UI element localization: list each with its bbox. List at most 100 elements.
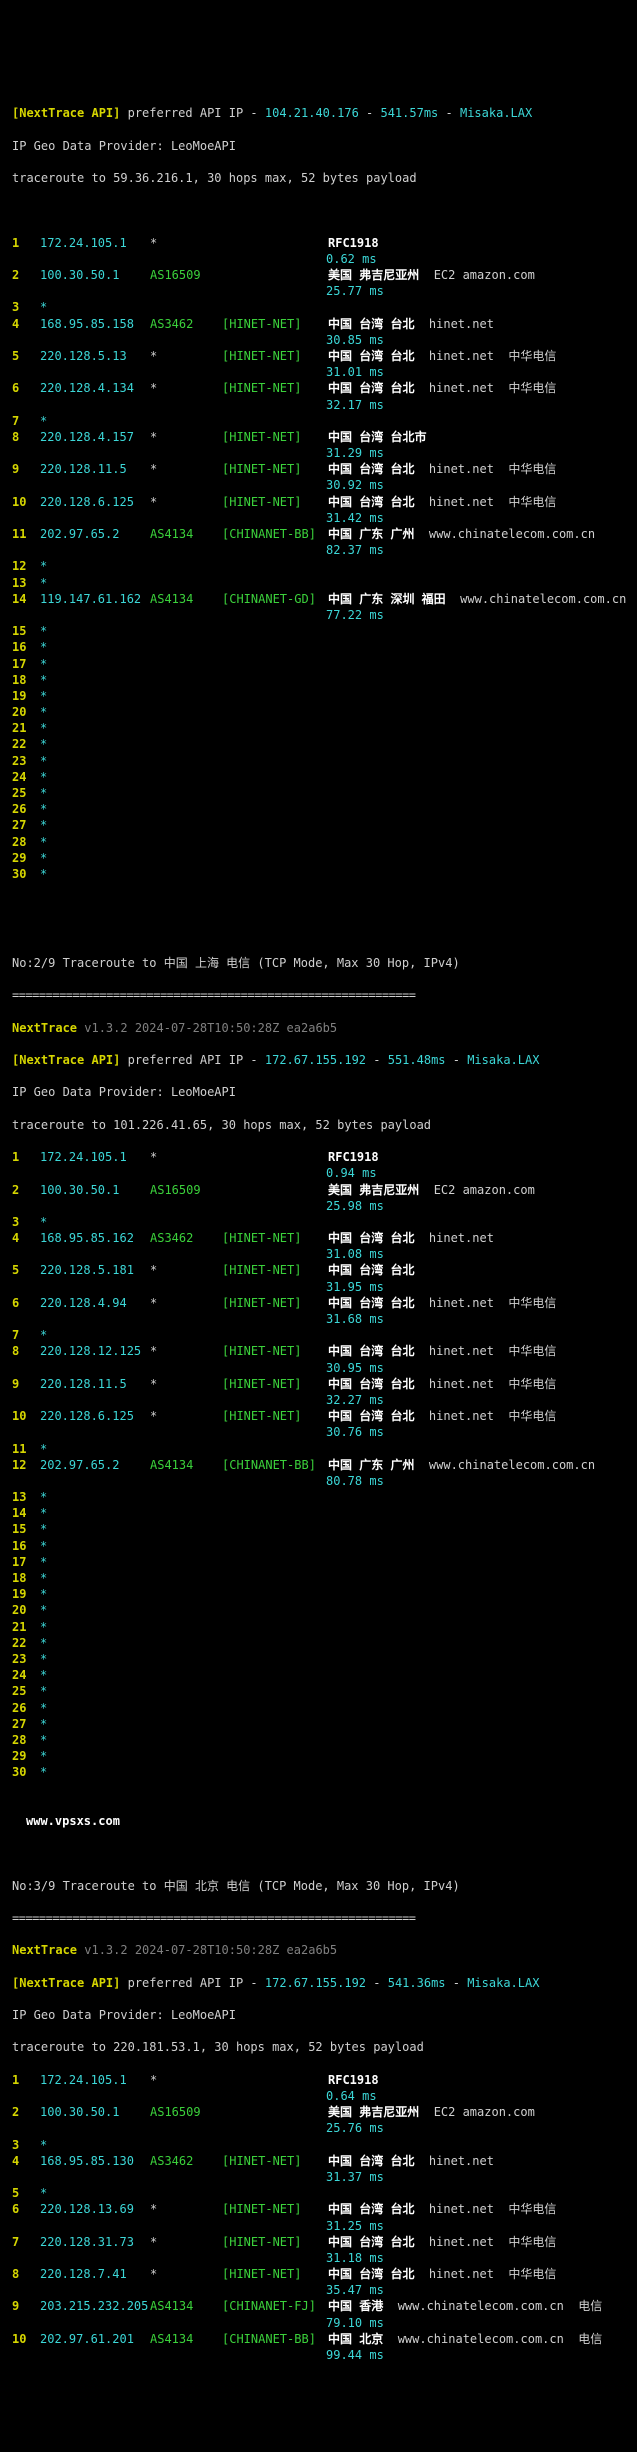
hop-network [222,1182,328,1198]
hop-geo: 中国 台湾 台北 hinet.net [328,316,494,332]
hop-domain: www.chinatelecom.com.cn 电信 [398,2332,603,2346]
hop-domain: hinet.net [429,2154,494,2168]
hop-domain: hinet.net 中华电信 [429,1344,556,1358]
hop-row: 18* [12,1570,637,1586]
hop-row: 10202.97.61.201AS4134[CHINANET-BB]中国 北京 … [12,2331,637,2347]
hop-number: 8 [12,1343,40,1359]
hop-number: 6 [12,380,40,396]
hop-latency: 77.22 ms [326,607,637,623]
hop-ip: * [40,769,47,785]
hop-latency: 31.01 ms [326,364,637,380]
hop-ip: * [40,1489,47,1505]
hop-number: 14 [12,1505,40,1521]
hop-ip: * [40,801,47,817]
hop-row: 29* [12,850,637,866]
hop-domain: hinet.net 中华电信 [429,2267,556,2281]
hop-network [222,235,328,251]
hop-network: [CHINANET-FJ] [222,2298,328,2314]
hop-geo: 中国 台湾 台北 hinet.net 中华电信 [328,348,556,364]
hop-ip: 100.30.50.1 [40,1182,150,1198]
hop-latency: 79.10 ms [326,2315,637,2331]
hop-asn: * [150,348,222,364]
version-line: NextTrace v1.3.2 2024-07-28T10:50:28Z ea… [12,1942,637,1958]
hop-number: 25 [12,1683,40,1699]
hop-ip: * [40,1538,47,1554]
hop-ip: * [40,2185,47,2201]
hop-number: 27 [12,1716,40,1732]
hop-row: 23* [12,753,637,769]
hop-number: 20 [12,1602,40,1618]
hop-network [222,2104,328,2120]
hop-number: 5 [12,1262,40,1278]
hop-geo: 中国 台湾 台北 hinet.net 中华电信 [328,1295,556,1311]
hop-domain: hinet.net 中华电信 [429,349,556,363]
hop-ip: * [40,1327,47,1343]
hop-number: 19 [12,688,40,704]
hop-network: [HINET-NET] [222,1295,328,1311]
api-ip: 104.21.40.176 [265,106,359,120]
hop-geo: 中国 台湾 台北 hinet.net 中华电信 [328,2234,556,2250]
hop-row: 2100.30.50.1AS16509美国 弗吉尼亚州 EC2 amazon.c… [12,1182,637,1198]
hop-network [222,1149,328,1165]
hop-number: 18 [12,1570,40,1586]
hop-number: 7 [12,1327,40,1343]
hop-domain: EC2 amazon.com [434,1183,535,1197]
hop-number: 16 [12,1538,40,1554]
hop-number: 9 [12,2298,40,2314]
hop-number: 2 [12,1182,40,1198]
hop-geo: 中国 台湾 台北 hinet.net 中华电信 [328,2201,556,2217]
hop-number: 5 [12,348,40,364]
hop-row: 4168.95.85.158AS3462[HINET-NET]中国 台湾 台北 … [12,316,637,332]
hop-number: 17 [12,656,40,672]
hop-row: 17* [12,1554,637,1570]
hop-row: 25* [12,1683,637,1699]
hop-ip: * [40,1521,47,1537]
hop-network: [HINET-NET] [222,1230,328,1246]
hop-geo: 美国 弗吉尼亚州 EC2 amazon.com [328,267,535,283]
geo-provider: IP Geo Data Provider: LeoMoeAPI [12,138,637,154]
hop-row: 17* [12,656,637,672]
hop-number: 3 [12,2137,40,2153]
hop-row: 16* [12,639,637,655]
hop-ip: * [40,1586,47,1602]
hop-row: 22* [12,1635,637,1651]
hop-geo: 中国 广东 广州 www.chinatelecom.com.cn [328,526,595,542]
hop-row: 15* [12,623,637,639]
hop-network: [CHINANET-BB] [222,1457,328,1473]
hop-domain: hinet.net [429,1231,494,1245]
hop-row: 5220.128.5.181*[HINET-NET]中国 台湾 台北 [12,1262,637,1278]
hop-ip: 172.24.105.1 [40,2072,150,2088]
hop-ip: 220.128.11.5 [40,461,150,477]
hop-number: 9 [12,1376,40,1392]
hop-ip: * [40,1554,47,1570]
hop-ip: * [40,575,47,591]
hop-geo: 中国 广东 广州 www.chinatelecom.com.cn [328,1457,595,1473]
hop-ip: * [40,1683,47,1699]
hop-geo: 中国 台湾 台北 hinet.net 中华电信 [328,1343,556,1359]
hop-ip: 220.128.4.157 [40,429,150,445]
hop-domain: www.chinatelecom.com.cn [429,1458,595,1472]
hop-domain: hinet.net [429,317,494,331]
geo-provider: IP Geo Data Provider: LeoMoeAPI [12,2007,637,2023]
hop-number: 19 [12,1586,40,1602]
hop-latency: 32.27 ms [326,1392,637,1408]
hop-number: 27 [12,817,40,833]
hop-domain: www.chinatelecom.com.cn 电信 [398,2299,603,2313]
hop-number: 20 [12,704,40,720]
hop-network [222,267,328,283]
hop-ip: * [40,1602,47,1618]
hop-network: [HINET-NET] [222,2201,328,2217]
hop-network: [CHINANET-BB] [222,526,328,542]
geo-provider: IP Geo Data Provider: LeoMoeAPI [12,1084,637,1100]
hop-ip: * [40,1667,47,1683]
hop-number: 23 [12,753,40,769]
section-title: No:3/9 Traceroute to 中国 北京 电信 (TCP Mode,… [12,1878,637,1894]
hop-number: 21 [12,1619,40,1635]
hop-ip: 202.97.65.2 [40,1457,150,1473]
hop-number: 6 [12,1295,40,1311]
hop-row: 22* [12,736,637,752]
hop-number: 30 [12,866,40,882]
hop-asn: * [150,461,222,477]
hop-number: 7 [12,413,40,429]
hop-latency: 31.29 ms [326,445,637,461]
